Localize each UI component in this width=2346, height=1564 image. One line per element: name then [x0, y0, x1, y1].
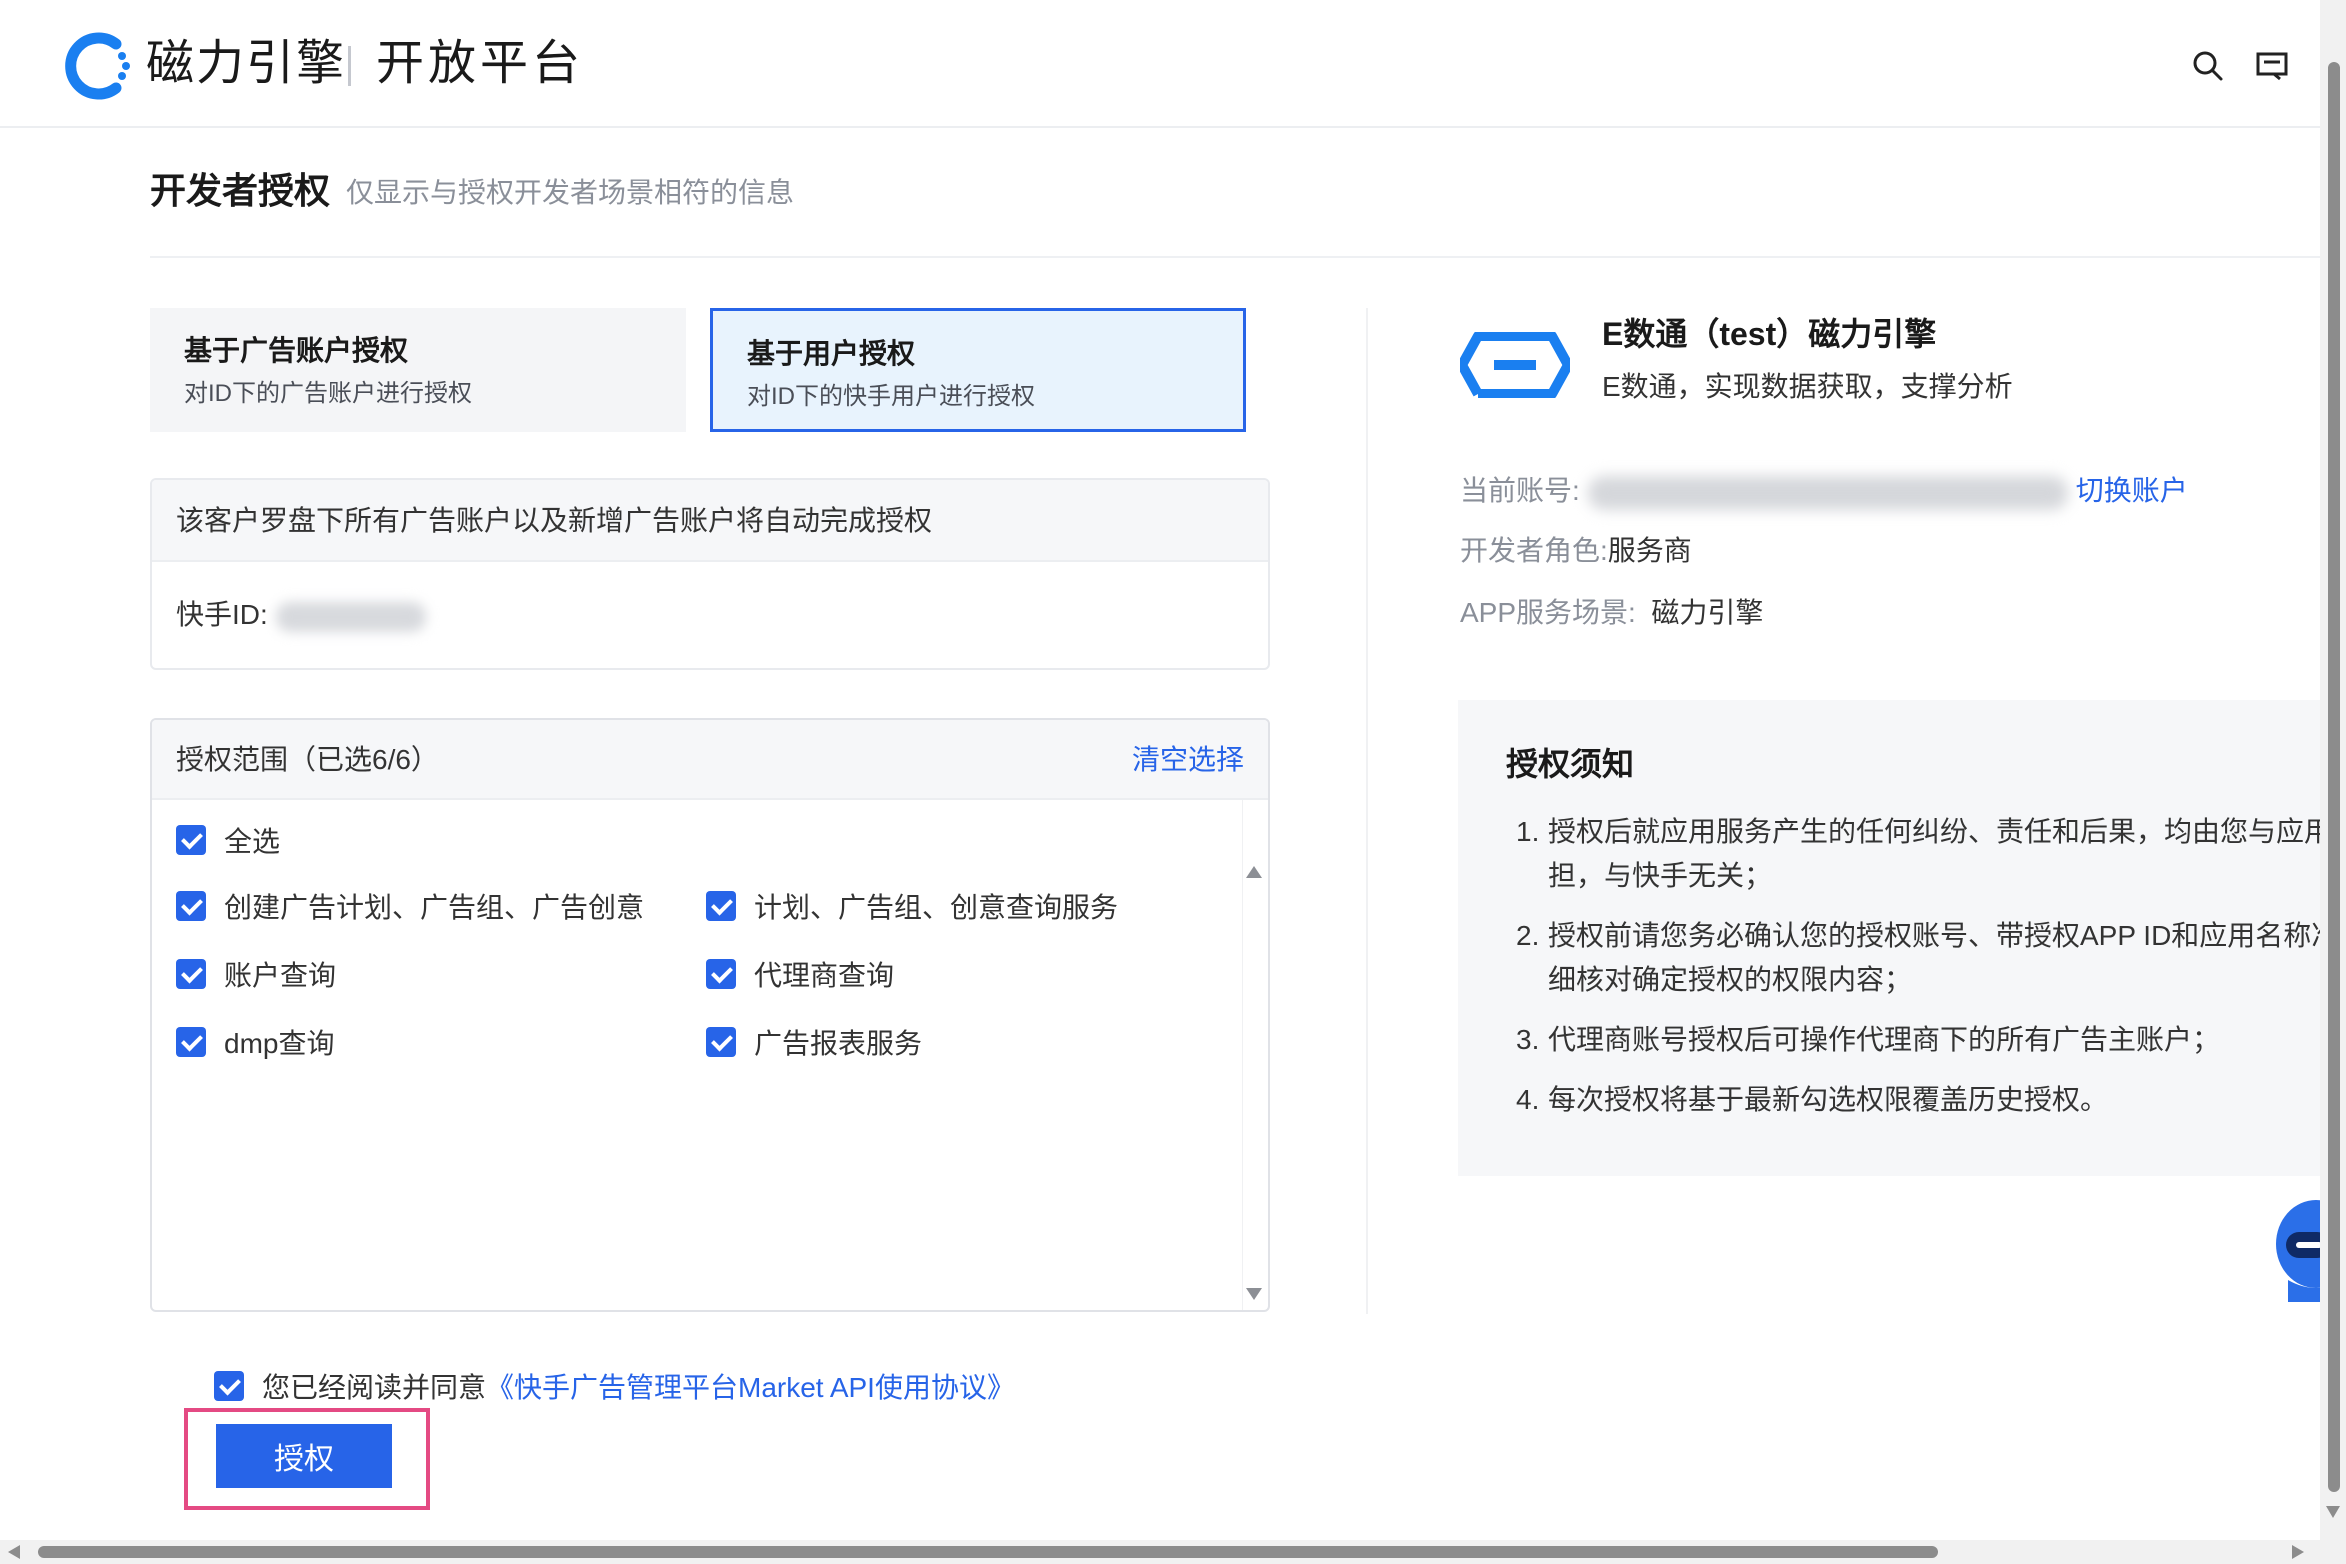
checkbox-checked-icon[interactable] [706, 1027, 736, 1057]
notice-number: 3. [1516, 1024, 1540, 1055]
checkbox-checked-icon[interactable] [706, 959, 736, 989]
kuaishou-id-label: 快手ID: [176, 599, 268, 630]
select-all-checkbox[interactable]: 全选 [176, 820, 280, 860]
tab-description: 对ID下的广告账户进行授权 [184, 380, 472, 407]
window-horizontal-scrollbar[interactable] [0, 1540, 2346, 1564]
notice-item: 1. 授权后就应用服务产生的任何纠纷、责任和后果，均由您与应用 担，与快手无关； [1506, 810, 2346, 898]
scope-checkbox-query-ads[interactable]: 计划、广告组、创意查询服务 [706, 886, 1118, 926]
message-icon[interactable] [2252, 46, 2292, 86]
tab-title: 基于广告账户授权 [184, 335, 409, 366]
notice-line: 细核对确定授权的权限内容； [1548, 964, 1913, 995]
scroll-down-arrow-icon[interactable] [2326, 1506, 2340, 1518]
notice-number: 1. [1516, 816, 1540, 847]
notice-line: 担，与快手无关； [1548, 860, 1773, 891]
scope-checkbox-dmp-query[interactable]: dmp查询 [176, 1022, 334, 1062]
panel-divider [1366, 308, 1368, 1314]
scroll-down-arrow-icon[interactable] [1246, 1288, 1262, 1300]
scope-checkbox-account-query[interactable]: 账户查询 [176, 954, 336, 994]
agreement-row: 您已经阅读并同意 《快手广告管理平台Market API使用协议》 [214, 1366, 1015, 1406]
page-title: 开发者授权 [150, 170, 331, 211]
scroll-right-arrow-icon[interactable] [2292, 1545, 2304, 1559]
developer-role-label: 开发者角色: [1460, 535, 1608, 566]
tab-ad-account-authorization[interactable]: 基于广告账户授权 对ID下的广告账户进行授权 [150, 308, 686, 432]
scope-title: 授权范围（已选6/6） [176, 744, 439, 775]
scroll-up-arrow-icon[interactable] [1246, 866, 1262, 878]
kuaishou-id-row: 快手ID: [152, 562, 1268, 668]
checkbox-checked-icon[interactable] [176, 1027, 206, 1057]
app-description: E数通，实现数据获取，支撑分析 [1602, 371, 2013, 402]
notice-item: 3. 代理商账号授权后可操作代理商下的所有广告主账户； [1506, 1018, 2346, 1062]
authorize-button[interactable]: 授权 [216, 1424, 392, 1488]
agreement-text: 您已经阅读并同意 [262, 1372, 487, 1403]
app-scene-value: 磁力引擎 [1651, 597, 1764, 628]
vertical-scrollbar-thumb[interactable] [2328, 62, 2340, 1492]
checkbox-label: 全选 [224, 826, 281, 857]
checkbox-label: 代理商查询 [754, 960, 895, 991]
clear-selection-link[interactable]: 清空选择 [1132, 720, 1244, 800]
developer-role-row: 开发者角色:服务商 [1460, 530, 1692, 572]
agreement-link[interactable]: 《快手广告管理平台Market API使用协议》 [486, 1366, 1015, 1406]
auto-authorization-info: 该客户罗盘下所有广告账户以及新增广告账户将自动完成授权 快手ID: [150, 478, 1270, 670]
authorization-notice: 授权须知 1. 授权后就应用服务产生的任何纠纷、责任和后果，均由您与应用 担，与… [1458, 700, 2346, 1176]
brand-name[interactable]: 磁力引擎 [146, 34, 346, 94]
scope-checkbox-create-ads[interactable]: 创建广告计划、广告组、广告创意 [176, 886, 644, 926]
agreement-checkbox[interactable] [214, 1371, 244, 1401]
checkbox-label: 广告报表服务 [754, 1028, 923, 1059]
notice-item: 2. 授权前请您务必确认您的授权账号、带授权APP ID和应用名称准 细核对确定… [1506, 914, 2346, 1002]
notice-line: 授权后就应用服务产生的任何纠纷、责任和后果，均由您与应用 [1548, 816, 2333, 847]
app-scene-label: APP服务场景: [1460, 597, 1636, 628]
app-name: E数通（test）磁力引擎 [1602, 316, 1937, 352]
checkbox-label: 账户查询 [224, 960, 337, 991]
title-divider [150, 256, 2320, 258]
notice-title: 授权须知 [1506, 746, 1635, 782]
cili-logo-icon[interactable] [60, 28, 136, 104]
notice-line: 代理商账号授权后可操作代理商下的所有广告主账户； [1548, 1024, 2221, 1055]
notice-line: 每次授权将基于最新勾选权限覆盖历史授权。 [1548, 1084, 2109, 1115]
scope-checkbox-agent-query[interactable]: 代理商查询 [706, 954, 894, 994]
notice-item: 4. 每次授权将基于最新勾选权限覆盖历史授权。 [1506, 1078, 2346, 1122]
checkbox-checked-icon[interactable] [706, 891, 736, 921]
checkbox-checked-icon[interactable] [176, 959, 206, 989]
tab-title: 基于用户授权 [747, 338, 916, 369]
scroll-left-arrow-icon[interactable] [8, 1545, 20, 1559]
page-subtitle: 仅显示与授权开发者场景相符的信息 [346, 177, 795, 208]
search-icon[interactable] [2188, 46, 2228, 86]
kuaishou-id-value-blurred [275, 601, 426, 632]
checkbox-label: dmp查询 [224, 1028, 335, 1059]
current-account-row: 当前账号: 切换账户 [1460, 470, 2188, 512]
developer-role-value: 服务商 [1607, 535, 1692, 566]
switch-account-link[interactable]: 切换账户 [2076, 475, 2188, 506]
checkbox-label: 创建广告计划、广告组、广告创意 [224, 892, 645, 923]
notice-line: 授权前请您务必确认您的授权账号、带授权APP ID和应用名称准 [1548, 920, 2340, 951]
tab-user-authorization[interactable]: 基于用户授权 对ID下的快手用户进行授权 [710, 308, 1246, 432]
checkbox-label: 计划、广告组、创意查询服务 [754, 892, 1119, 923]
horizontal-scrollbar-thumb[interactable] [38, 1546, 1938, 1558]
current-account-label: 当前账号: [1460, 475, 1580, 506]
scope-header: 授权范围（已选6/6） 清空选择 [152, 720, 1268, 800]
notice-number: 4. [1516, 1084, 1540, 1115]
platform-name[interactable]: 开放平台 [376, 34, 584, 94]
checkbox-checked-icon[interactable] [176, 891, 206, 921]
checkbox-checked-icon[interactable] [176, 825, 206, 855]
info-notice: 该客户罗盘下所有广告账户以及新增广告账户将自动完成授权 [152, 480, 1268, 562]
tab-description: 对ID下的快手用户进行授权 [747, 383, 1035, 410]
eshutong-app-logo [1460, 332, 1570, 398]
window-vertical-scrollbar[interactable] [2320, 0, 2346, 1540]
app-scene-row: APP服务场景: 磁力引擎 [1460, 592, 1763, 634]
logo-divider [348, 46, 351, 86]
scope-checkbox-report-service[interactable]: 广告报表服务 [706, 1022, 922, 1062]
notice-number: 2. [1516, 920, 1540, 951]
top-header: 磁力引擎 开放平台 [0, 0, 2346, 128]
authorization-scope-panel: 授权范围（已选6/6） 清空选择 全选 创建广告计划、广告组、广告创意 计划、广… [150, 718, 1270, 1312]
current-account-value-blurred [1587, 475, 2068, 510]
